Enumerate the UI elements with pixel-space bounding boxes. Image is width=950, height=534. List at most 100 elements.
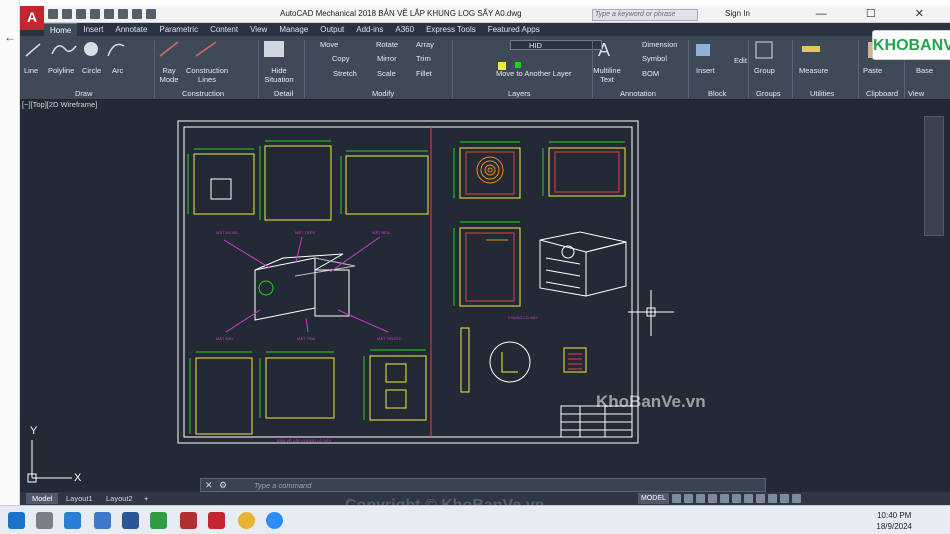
dropbox-icon[interactable] (94, 512, 111, 529)
move-button[interactable]: Move (320, 40, 338, 49)
undo-icon[interactable] (118, 9, 128, 19)
panel-title-groups[interactable]: Groups (756, 89, 781, 98)
panel-title-block[interactable]: Block (708, 89, 726, 98)
sign-in-button[interactable]: Sign In (725, 9, 750, 18)
search-icon[interactable] (36, 512, 53, 529)
mirror-button[interactable]: Mirror (377, 54, 397, 63)
drawing-canvas[interactable]: MẶT ĐỨNG MẶT TRÊN MẶT BÊN MẶT ĐÁY MẶT TR… (20, 100, 950, 492)
print-icon[interactable] (104, 9, 114, 19)
command-input[interactable]: Type a command (254, 481, 311, 490)
tab-featured-apps[interactable]: Featured Apps (482, 23, 546, 36)
tab-model[interactable]: Model (26, 493, 59, 504)
chrome-icon[interactable] (238, 512, 255, 529)
lineweight-icon[interactable] (731, 494, 741, 503)
construction-lines-button[interactable]: Construction Lines (184, 66, 230, 84)
ray-mode-button[interactable]: Ray Mode (158, 66, 180, 84)
model-space-toggle[interactable]: MODEL (638, 493, 669, 504)
isolate-icon[interactable] (767, 494, 777, 503)
panel-title-layers[interactable]: Layers (508, 89, 531, 98)
tab-output[interactable]: Output (314, 23, 350, 36)
window-controls[interactable]: — ☐ ✕ (816, 7, 942, 20)
base-button[interactable]: Base (916, 66, 933, 75)
fillet-button[interactable]: Fillet (416, 69, 432, 78)
tab-annotate[interactable]: Annotate (109, 23, 153, 36)
polyline-button[interactable]: Polyline (48, 66, 74, 75)
annotation-scale-icon[interactable] (743, 494, 753, 503)
insert-button[interactable]: Insert (696, 66, 715, 75)
panel-title-clipboard[interactable]: Clipboard (866, 89, 898, 98)
autocad-logo-icon[interactable]: A (20, 6, 44, 30)
tab-parametric[interactable]: Parametric (153, 23, 204, 36)
tab-view[interactable]: View (244, 23, 273, 36)
panel-title-draw[interactable]: Draw (75, 89, 93, 98)
group-button[interactable]: Group (754, 66, 775, 75)
move-to-layer-button[interactable]: Move to Another Layer (496, 69, 571, 78)
drawing-viewport[interactable]: [−][Top][2D Wireframe] MẶT ĐỨNG MẶT TRÊN… (20, 100, 950, 492)
scale-button[interactable]: Scale (377, 69, 396, 78)
layer-dropdown[interactable]: HID (510, 40, 602, 50)
windows-start-icon[interactable] (8, 512, 25, 529)
share-icon[interactable] (146, 9, 156, 19)
clock[interactable]: 10:40 PM 18/9/2024 (876, 510, 912, 532)
trim-button[interactable]: Trim (416, 54, 431, 63)
stretch-button[interactable]: Stretch (333, 69, 357, 78)
app-icon[interactable] (150, 512, 167, 529)
app2-icon[interactable] (180, 512, 197, 529)
saveas-icon[interactable] (90, 9, 100, 19)
measure-button[interactable]: Measure (799, 66, 828, 75)
bom-button[interactable]: BOM (642, 69, 659, 78)
line-button[interactable]: Line (24, 66, 38, 75)
wrench-icon[interactable]: ⚙ (219, 480, 227, 491)
panel-title-utilities[interactable]: Utilities (810, 89, 834, 98)
tab-express-tools[interactable]: Express Tools (420, 23, 482, 36)
tab-add-ins[interactable]: Add-ins (350, 23, 389, 36)
osnap-icon[interactable] (719, 494, 729, 503)
hide-situation-button[interactable]: Hide Situation (262, 66, 296, 84)
ortho-icon[interactable] (695, 494, 705, 503)
tab-layout1[interactable]: Layout1 (60, 493, 99, 504)
workspace-icon[interactable] (755, 494, 765, 503)
search-input[interactable]: Type a keyword or phrase (592, 9, 698, 21)
word-icon[interactable] (122, 512, 139, 529)
arc-button[interactable]: Arc (112, 66, 123, 75)
back-arrow-icon[interactable]: ← (4, 30, 16, 44)
grid-icon[interactable] (671, 494, 681, 503)
tab-home[interactable]: Home (44, 23, 78, 36)
tab-a360[interactable]: A360 (389, 23, 420, 36)
symbol-button[interactable]: Symbol (642, 54, 667, 63)
snap-icon[interactable] (683, 494, 693, 503)
close-icon[interactable]: ✕ (205, 480, 213, 491)
autocad-taskbar-icon[interactable] (208, 512, 225, 529)
open-icon[interactable] (62, 9, 72, 19)
command-line[interactable]: ✕ ⚙ Type a command (200, 478, 766, 492)
panel-title-construction[interactable]: Construction (182, 89, 224, 98)
panel-title-detail[interactable]: Detail (274, 89, 293, 98)
panel-title-modify[interactable]: Modify (372, 89, 394, 98)
panel-title-view[interactable]: View (908, 89, 924, 98)
array-button[interactable]: Array (416, 40, 434, 49)
navigation-bar[interactable] (924, 116, 944, 236)
copy-button[interactable]: Copy (332, 54, 350, 63)
zalo-icon[interactable] (266, 512, 283, 529)
add-layout-button[interactable]: + (138, 493, 154, 504)
panel-title-annotation[interactable]: Annotation (620, 89, 656, 98)
windows-taskbar: 10:40 PM 18/9/2024 (0, 505, 950, 534)
label-mat-truoc: MẶT TRƯỚC (377, 336, 402, 341)
rotate-button[interactable]: Rotate (376, 40, 398, 49)
tab-layout2[interactable]: Layout2 (100, 493, 139, 504)
tab-content[interactable]: Content (204, 23, 244, 36)
tab-manage[interactable]: Manage (273, 23, 314, 36)
multiline-text-button[interactable]: Multiline Text (590, 66, 624, 84)
tab-insert[interactable]: Insert (77, 23, 109, 36)
redo-icon[interactable] (132, 9, 142, 19)
edit-button[interactable]: Edit (734, 56, 747, 65)
edge-icon[interactable] (64, 512, 81, 529)
customize-icon[interactable] (791, 494, 801, 503)
new-icon[interactable] (48, 9, 58, 19)
paste-button[interactable]: Paste (863, 66, 882, 75)
dimension-button[interactable]: Dimension (642, 40, 677, 49)
polar-icon[interactable] (707, 494, 717, 503)
save-icon[interactable] (76, 9, 86, 19)
circle-button[interactable]: Circle (82, 66, 101, 75)
fullscreen-icon[interactable] (779, 494, 789, 503)
